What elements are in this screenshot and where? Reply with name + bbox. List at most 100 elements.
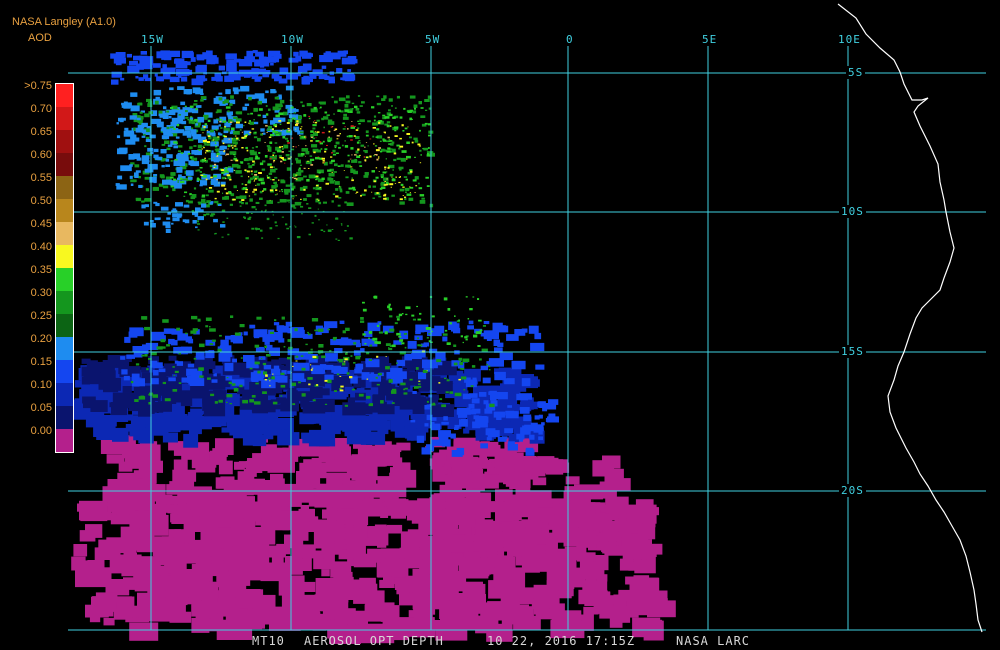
aod-pixel — [125, 424, 134, 432]
aod-pixel — [303, 188, 306, 191]
aod-pixel — [391, 148, 396, 153]
aod-pixel — [450, 433, 456, 439]
aod-pixel — [273, 365, 280, 371]
aod-pixel — [215, 111, 219, 114]
aod-pixel — [338, 185, 341, 187]
aod-pixel — [330, 156, 333, 158]
aod-pixel — [526, 490, 552, 508]
aod-pixel — [225, 106, 231, 109]
aod-pixel — [125, 414, 134, 421]
aod-pixel — [311, 222, 314, 224]
aod-pixel — [400, 382, 406, 386]
aod-pixel — [361, 101, 365, 104]
aod-pixel — [185, 116, 189, 119]
aod-pixel — [346, 372, 350, 375]
aod-pixel — [399, 137, 402, 140]
aod-pixel — [138, 176, 141, 179]
aod-pixel — [272, 179, 275, 181]
aod-pixel — [314, 214, 317, 217]
aod-pixel — [177, 503, 191, 515]
aod-pixel — [577, 552, 596, 562]
longitude-label: 10W — [281, 33, 304, 46]
aod-pixel — [226, 64, 237, 72]
aod-pixel — [213, 167, 216, 168]
aod-pixel — [249, 324, 256, 329]
aod-pixel — [211, 150, 214, 153]
aod-pixel — [234, 147, 238, 150]
aod-pixel — [288, 202, 290, 204]
aod-pixel — [196, 75, 206, 82]
aod-pixel — [225, 89, 231, 95]
aod-pixel — [396, 359, 406, 367]
aod-pixel — [406, 141, 410, 144]
aod-pixel — [477, 298, 480, 300]
aod-pixel — [372, 135, 375, 138]
aod-pixel — [396, 157, 401, 160]
aod-pixel — [246, 50, 254, 58]
aod-pixel — [242, 106, 248, 111]
aod-pixel — [239, 195, 247, 199]
aod-pixel — [542, 407, 548, 412]
aod-pixel — [219, 118, 223, 121]
aod-pixel — [306, 203, 309, 205]
aod-pixel — [197, 229, 200, 231]
aod-pixel — [548, 561, 559, 570]
aod-pixel — [428, 394, 433, 398]
aod-pixel — [396, 362, 398, 364]
aod-pixel — [255, 51, 264, 57]
aod-pixel — [251, 128, 255, 130]
aod-pixel — [268, 149, 272, 152]
aod-pixel — [330, 126, 333, 128]
aod-pixel — [345, 164, 349, 168]
aod-pixel — [202, 399, 219, 411]
aod-pixel — [218, 65, 225, 71]
aod-pixel — [407, 529, 429, 544]
aod-pixel — [220, 127, 223, 129]
aod-pixel — [458, 319, 460, 322]
aod-pixel — [323, 161, 325, 163]
aod-pixel — [140, 395, 145, 398]
aod-pixel — [394, 135, 398, 137]
aod-pixel — [311, 144, 318, 148]
aod-pixel — [204, 159, 206, 161]
aod-pixel — [259, 229, 263, 232]
aod-pixel — [276, 149, 282, 153]
aod-pixel — [240, 85, 250, 92]
aod-pixel — [173, 178, 176, 181]
aod-pixel — [254, 344, 260, 348]
aod-pixel — [279, 99, 285, 104]
aod-pixel — [384, 495, 393, 502]
aod-pixel — [248, 157, 254, 161]
aod-pixel — [337, 109, 341, 112]
aod-pixel — [218, 460, 233, 475]
aod-pixel — [287, 356, 291, 360]
aod-pixel — [105, 592, 118, 603]
aod-pixel — [176, 166, 183, 173]
aod-pixel — [379, 140, 382, 142]
aod-pixel — [218, 204, 222, 206]
aod-pixel — [235, 123, 243, 129]
aod-pixel — [286, 140, 289, 142]
aod-pixel — [309, 155, 313, 157]
aod-pixel — [376, 341, 381, 345]
aod-pixel — [240, 162, 244, 164]
aod-pixel — [281, 151, 284, 153]
aod-pixel — [141, 403, 155, 414]
aod-pixel — [143, 221, 149, 226]
aod-pixel — [343, 113, 347, 117]
aod-pixel — [153, 148, 159, 153]
aod-pixel — [245, 188, 248, 191]
aod-pixel — [319, 586, 349, 603]
aod-pixel — [320, 526, 332, 536]
aod-pixel — [244, 135, 248, 138]
aod-pixel — [109, 554, 142, 574]
aod-pixel — [318, 375, 325, 381]
aod-pixel — [345, 176, 349, 179]
aod-pixel — [176, 143, 178, 145]
aod-pixel — [261, 210, 263, 212]
aod-pixel — [165, 164, 170, 167]
aod-pixel — [360, 320, 365, 323]
aod-pixel — [401, 150, 407, 153]
aod-pixel — [324, 148, 328, 151]
aod-pixel — [483, 321, 490, 325]
